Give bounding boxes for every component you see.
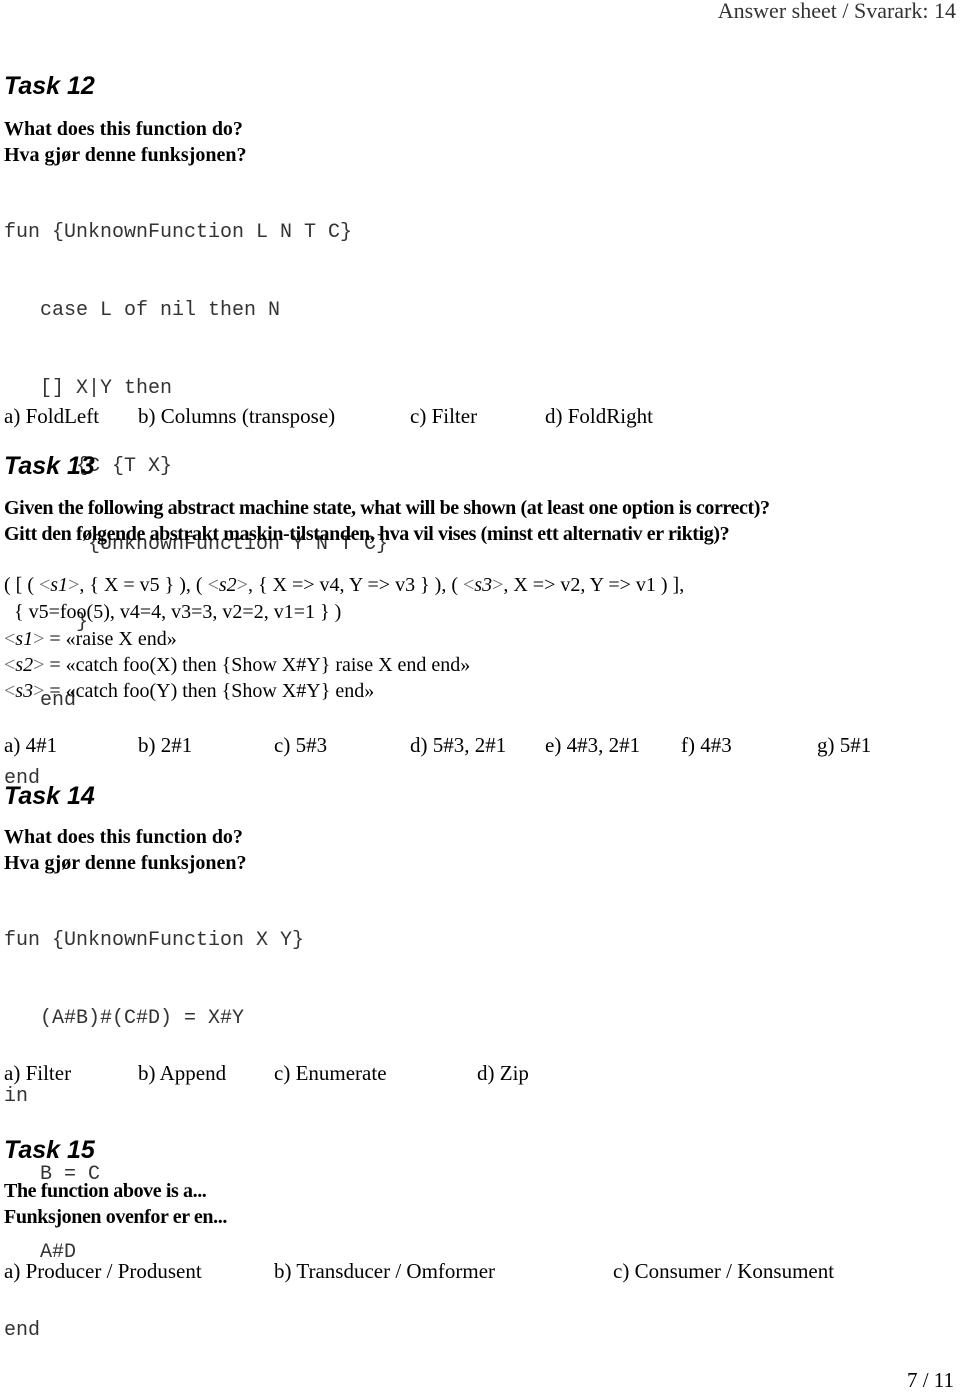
- task14-option-b[interactable]: b) Append: [138, 1061, 226, 1086]
- angle-close: >: [33, 680, 45, 702]
- task12-option-b[interactable]: b) Columns (transpose): [138, 404, 335, 429]
- task15-title: Task 15: [4, 1136, 95, 1164]
- angle-close: >: [33, 654, 45, 676]
- angle-close: >: [492, 574, 504, 596]
- task14-question-no: Hva gjør denne funksjonen?: [4, 852, 247, 874]
- state-text: , X => v2, Y => v1 ) ],: [503, 574, 685, 596]
- statement-body: = «raise X end»: [44, 628, 177, 650]
- task15-option-a[interactable]: a) Producer / Produsent: [4, 1259, 202, 1284]
- task14-question-en: What does this function do?: [4, 826, 243, 848]
- task15-question-no: Funksjonen ovenfor er en...: [4, 1206, 227, 1228]
- angle-open: <: [207, 574, 219, 596]
- task15-option-c[interactable]: c) Consumer / Konsument: [613, 1259, 834, 1284]
- task14-code-block: fun {UnknownFunction X Y} (A#B)#(C#D) = …: [4, 876, 304, 1370]
- angle-open: <: [463, 574, 475, 596]
- angle-open: <: [38, 574, 51, 596]
- task14-title: Task 14: [4, 782, 95, 810]
- code-line: case L of nil then N: [4, 299, 281, 322]
- task12-title: Task 12: [4, 72, 95, 100]
- statement-name: s2: [15, 654, 34, 676]
- task14-option-d[interactable]: d) Zip: [477, 1061, 529, 1086]
- code-line: fun {UnknownFunction X Y}: [4, 929, 305, 952]
- statement-def-s1: <s1> = «raise X end»: [4, 628, 177, 651]
- code-line: (A#B)#(C#D) = X#Y: [4, 1007, 245, 1030]
- page-header: Answer sheet / Svarark: 14: [717, 0, 956, 23]
- task14-option-a[interactable]: a) Filter: [4, 1061, 71, 1086]
- statement-ref-s3: s3: [474, 574, 493, 596]
- statement-def-s3: <s3> = «catch foo(Y) then {Show X#Y} end…: [4, 680, 374, 703]
- state-text: , { X => v4, Y => v3 } ), (: [247, 574, 463, 596]
- task13-option-e[interactable]: e) 4#3, 2#1: [545, 733, 640, 758]
- statement-body: = «catch foo(X) then {Show X#Y} raise X …: [44, 654, 471, 676]
- page-number: 7 / 11: [906, 1368, 954, 1392]
- task12-question-no: Hva gjør denne funksjonen?: [4, 144, 247, 166]
- machine-state-store: { v5=foo(5), v4=4, v3=3, v2=2, v1=1 } ): [4, 601, 342, 623]
- code-line: in: [4, 1085, 29, 1108]
- task12-question-en: What does this function do?: [4, 118, 243, 140]
- task13-option-f[interactable]: f) 4#3: [681, 733, 732, 758]
- statement-body: = «catch foo(Y) then {Show X#Y} end»: [44, 680, 375, 702]
- task13-question-no: Gitt den følgende abstrakt maskin-tilsta…: [4, 523, 730, 545]
- task15-option-b[interactable]: b) Transducer / Omformer: [274, 1259, 495, 1284]
- task13-question-en: Given the following abstract machine sta…: [4, 497, 770, 519]
- statement-ref-s2: s2: [218, 574, 237, 596]
- angle-open: <: [4, 680, 16, 702]
- code-line: [] X|Y then: [4, 377, 173, 400]
- statement-name: s1: [15, 628, 34, 650]
- angle-close: >: [236, 574, 248, 596]
- angle-close: >: [33, 628, 45, 650]
- task12-code-block: fun {UnknownFunction L N T C} case L of …: [4, 168, 388, 818]
- task13-option-g[interactable]: g) 5#1: [817, 733, 871, 758]
- angle-close: >: [68, 574, 80, 596]
- statement-name: s3: [15, 680, 34, 702]
- machine-state-stack: ( [ ( <s1>, { X = v5 } ), ( <s2>, { X =>…: [4, 574, 684, 597]
- angle-open: <: [4, 628, 16, 650]
- state-text: ( [ (: [4, 574, 39, 596]
- state-text: , { X = v5 } ), (: [79, 574, 208, 596]
- statement-def-s2: <s2> = «catch foo(X) then {Show X#Y} rai…: [4, 654, 470, 677]
- task13-title: Task 13: [4, 452, 95, 480]
- task13-option-b[interactable]: b) 2#1: [138, 733, 192, 758]
- task14-option-c[interactable]: c) Enumerate: [274, 1061, 387, 1086]
- task12-option-c[interactable]: c) Filter: [410, 404, 477, 429]
- task12-option-d[interactable]: d) FoldRight: [545, 404, 653, 429]
- task13-option-d[interactable]: d) 5#3, 2#1: [410, 733, 506, 758]
- code-line: end: [4, 1319, 41, 1342]
- task13-option-a[interactable]: a) 4#1: [4, 733, 57, 758]
- statement-ref-s1: s1: [50, 574, 69, 596]
- task12-option-a[interactable]: a) FoldLeft: [4, 404, 99, 429]
- angle-open: <: [4, 654, 16, 676]
- code-line: fun {UnknownFunction L N T C}: [4, 221, 353, 244]
- task13-option-c[interactable]: c) 5#3: [274, 733, 327, 758]
- task15-question-en: The function above is a...: [4, 1180, 207, 1202]
